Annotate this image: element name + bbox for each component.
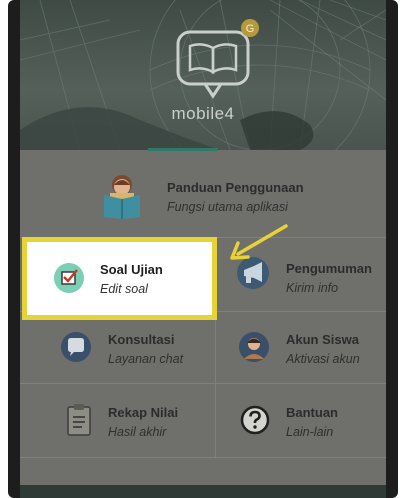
menu-item-bantuan[interactable]: Bantuan Lain-lain [216,383,386,457]
menu-item-title: Konsultasi [108,332,175,347]
menu-item-konsultasi[interactable]: Konsultasi Layanan chat [20,311,215,383]
question-icon [240,405,270,440]
reading-person-icon [100,171,144,224]
menu-item-title: Pengumuman [286,261,372,276]
menu-item-subtitle: Kirim info [286,281,339,295]
clipboard-icon [66,403,92,442]
menu-item-subtitle: Edit soal [100,282,148,296]
app-logo: G [170,14,260,104]
menu-item-akun-siswa[interactable]: Akun Siswa Aktivasi akun [216,311,386,383]
bottom-bar [20,485,386,498]
menu-item-title: Rekap Nilai [108,405,179,420]
menu-item-panduan[interactable]: Panduan Penggunaan Fungsi utama aplikasi [20,151,386,237]
menu-item-subtitle: Layanan chat [108,352,184,366]
divider [20,457,386,458]
menu-item-soal-ujian[interactable]: Soal Ujian Edit soal [22,237,217,320]
annotation-arrow-icon [230,224,288,260]
menu-item-title: Bantuan [286,405,338,420]
app-header: G mobile4 [20,0,386,150]
menu-item-title: Soal Ujian [100,262,163,277]
app-name: mobile4 [171,104,235,123]
menu-item-title: Panduan Penggunaan [167,180,304,195]
soal-ujian-content: Soal Ujian Edit soal [27,242,212,315]
logo-badge: G [246,23,255,35]
student-avatar-icon [238,331,270,368]
checkbox-icon [53,262,85,299]
menu-item-subtitle: Hasil akhir [108,425,167,439]
menu-item-subtitle: Lain-lain [286,425,334,439]
menu-item-subtitle: Fungsi utama aplikasi [167,200,288,214]
chat-bubble-icon [60,331,92,368]
menu-item-rekap-nilai[interactable]: Rekap Nilai Hasil akhir [20,383,215,457]
menu-item-title: Akun Siswa [286,332,359,347]
menu-item-subtitle: Aktivasi akun [286,352,360,366]
